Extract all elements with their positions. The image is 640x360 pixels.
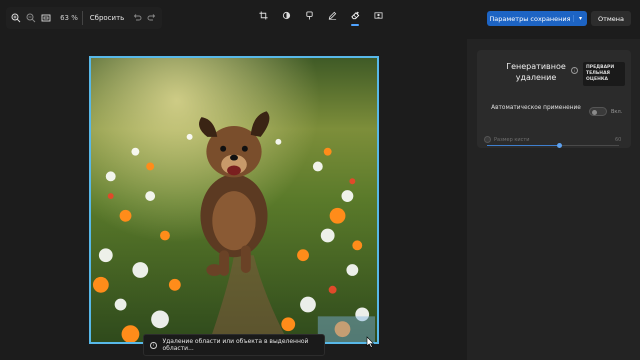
toolbar-divider: [81, 11, 83, 25]
slider-fill: [487, 145, 560, 146]
auto-apply-toggle[interactable]: [589, 107, 607, 116]
erase-icon[interactable]: [350, 11, 360, 26]
preview-badge: ПРЕДВАРИ ТЕЛЬНАЯ ОЦЕНКА: [583, 62, 625, 86]
zoom-toolbar: 63 % Сбросить: [6, 7, 162, 29]
filter-icon[interactable]: [304, 11, 314, 23]
fit-to-window-icon[interactable]: [41, 11, 52, 25]
crop-icon[interactable]: [258, 11, 268, 23]
brush-size-slider[interactable]: [487, 143, 619, 148]
undo-icon[interactable]: [131, 11, 142, 25]
tooltip-text: Удаление области или объекта в выделенно…: [162, 338, 309, 352]
cancel-button[interactable]: Отмена: [591, 11, 631, 26]
panel-title: Генеративное удаление: [506, 62, 566, 82]
save-options-button[interactable]: Параметры сохранения ▾: [487, 11, 587, 26]
edit-tools: [258, 11, 383, 26]
erase-tooltip: i Удаление области или объекта в выделен…: [143, 334, 325, 356]
background-icon[interactable]: [373, 11, 383, 23]
zoom-out-icon[interactable]: [25, 11, 36, 25]
redo-icon[interactable]: [147, 11, 158, 25]
save-options-label: Параметры сохранения: [489, 14, 571, 23]
dog-photo: [91, 58, 377, 342]
adjust-icon[interactable]: [281, 11, 291, 23]
markup-icon[interactable]: [327, 11, 337, 23]
mouse-cursor-icon: [366, 336, 374, 348]
reset-button[interactable]: Сбросить: [87, 14, 128, 22]
generative-erase-panel: Генеративное удаление i ПРЕДВАРИ ТЕЛЬНАЯ…: [467, 39, 640, 360]
photo-canvas[interactable]: [89, 56, 379, 344]
zoom-level[interactable]: 63 %: [60, 14, 78, 22]
erase-settings-card: Генеративное удаление i ПРЕДВАРИ ТЕЛЬНАЯ…: [477, 50, 631, 148]
info-icon[interactable]: i: [571, 67, 578, 74]
auto-apply-label: Автоматическое применение: [491, 105, 581, 111]
toggle-state-label: Вкл.: [611, 109, 623, 115]
brush-size-value: 60: [615, 137, 622, 143]
zoom-in-icon[interactable]: [10, 11, 21, 25]
info-icon: i: [150, 341, 157, 349]
photos-editor: 63 % Сбросить Параметры сохранения ▾ Отм…: [0, 0, 640, 360]
chevron-down-icon[interactable]: ▾: [573, 15, 587, 22]
brush-size-label: Размер кисти: [494, 137, 530, 143]
brush-size-icon: [484, 136, 491, 143]
